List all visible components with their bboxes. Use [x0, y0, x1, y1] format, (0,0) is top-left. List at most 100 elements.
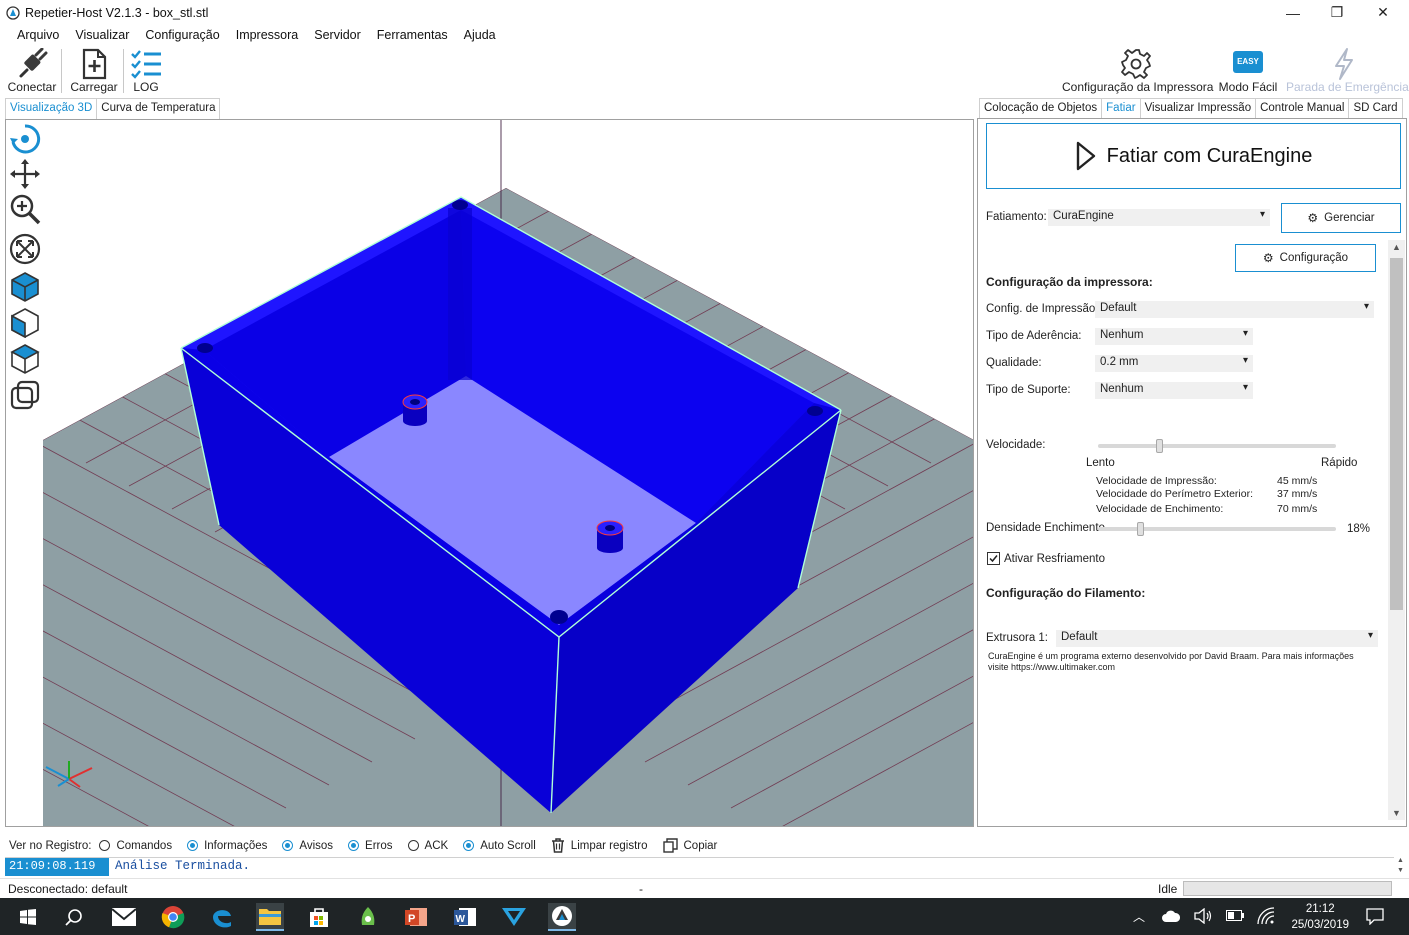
- battery-icon[interactable]: [1226, 910, 1244, 921]
- load-button[interactable]: Carregar: [70, 45, 118, 97]
- volume-icon[interactable]: [1194, 908, 1212, 924]
- action-center-icon[interactable]: [1366, 908, 1384, 925]
- minimize-button[interactable]: —: [1270, 0, 1316, 25]
- slice-button[interactable]: Fatiar com CuraEngine: [986, 123, 1401, 189]
- parallel-view-icon[interactable]: [9, 379, 41, 411]
- manage-label: Gerenciar: [1324, 212, 1375, 224]
- configuration-button[interactable]: ⚙ Configuração: [1235, 244, 1376, 272]
- infill-density-slider-track[interactable]: [1098, 527, 1336, 531]
- taskbar-chrome[interactable]: [159, 903, 187, 931]
- cooling-label: Ativar Resfriamento: [1004, 553, 1105, 565]
- scroll-up-icon[interactable]: ▲: [1392, 242, 1401, 252]
- tab-slice[interactable]: Fatiar: [1101, 98, 1141, 119]
- taskbar-powerpoint[interactable]: P: [402, 903, 430, 931]
- curaengine-info-line1: CuraEngine é um programa externo desenvo…: [988, 651, 1354, 661]
- support-select[interactable]: Nenhum ▾: [1095, 382, 1253, 399]
- toolbar: Conectar Carregar LOG Configuração da Im…: [0, 45, 1409, 97]
- extruder-select[interactable]: Default ▾: [1056, 630, 1378, 647]
- wifi-icon[interactable]: [1257, 907, 1275, 925]
- taskbar-edge[interactable]: [208, 903, 236, 931]
- iso-view-icon[interactable]: [9, 270, 41, 302]
- dropdown-arrow-icon: ▾: [1242, 328, 1248, 339]
- taskbar-word[interactable]: W: [451, 903, 479, 931]
- menu-ferramentas[interactable]: Ferramentas: [369, 25, 456, 45]
- emergency-stop-button[interactable]: Parada de Emergência: [1286, 45, 1409, 97]
- menu-configuracao[interactable]: Configuração: [137, 25, 227, 45]
- printer-state: Idle: [1158, 882, 1178, 896]
- 3d-viewport[interactable]: [5, 119, 974, 827]
- taskbar-clock[interactable]: 21:12 25/03/2019: [1291, 901, 1349, 933]
- speed-slider-thumb[interactable]: [1156, 439, 1164, 453]
- scene-3d[interactable]: [6, 120, 973, 826]
- slicer-label: Fatiamento:: [986, 211, 1047, 223]
- easy-mode-label: Modo Fácil: [1218, 80, 1278, 94]
- move-view-icon[interactable]: [9, 158, 41, 190]
- log-scrollbar[interactable]: ▲ ▼: [1395, 857, 1407, 876]
- print-speed-value: 45 mm/s: [1277, 475, 1318, 487]
- right-tab-bar: Colocação de Objetos Fatiar Visualizar I…: [979, 98, 1403, 119]
- printer-config-button[interactable]: Configuração da Impressora: [1062, 45, 1213, 97]
- onedrive-icon[interactable]: [1162, 910, 1180, 922]
- menu-arquivo[interactable]: Arquivo: [9, 25, 67, 45]
- scroll-up-icon[interactable]: ▲: [1397, 857, 1404, 864]
- tab-sd-card[interactable]: SD Card: [1348, 98, 1403, 119]
- infill-speed-label: Velocidade de Enchimento:: [1096, 503, 1224, 515]
- box-corner-column: [448, 208, 472, 380]
- scroll-down-icon[interactable]: ▼: [1392, 808, 1401, 818]
- search-button[interactable]: [60, 903, 88, 931]
- log-warnings-option[interactable]: Avisos: [282, 840, 333, 852]
- taskbar-app-triangle[interactable]: [500, 903, 528, 931]
- log-button[interactable]: LOG: [128, 45, 164, 97]
- log-autoscroll-option[interactable]: Auto Scroll: [463, 840, 536, 852]
- log-errors-option[interactable]: Erros: [348, 840, 393, 852]
- print-config-value: Default: [1100, 302, 1137, 314]
- zoom-view-icon[interactable]: [9, 193, 41, 225]
- manage-button[interactable]: ⚙ Gerenciar: [1281, 203, 1401, 233]
- show-hidden-icons[interactable]: ︿: [1133, 908, 1145, 925]
- tab-3d-view[interactable]: Visualização 3D: [5, 98, 98, 119]
- log-info-option[interactable]: Informações: [187, 840, 267, 852]
- play-icon: [1076, 141, 1095, 171]
- print-config-select[interactable]: Default ▾: [1095, 301, 1374, 318]
- menu-servidor[interactable]: Servidor: [306, 25, 369, 45]
- cooling-checkbox[interactable]: [987, 552, 1000, 565]
- scrollbar-thumb[interactable]: [1390, 258, 1403, 610]
- tab-temperature-curve[interactable]: Curva de Temperatura: [96, 98, 221, 119]
- infill-density-slider-thumb[interactable]: [1137, 522, 1145, 536]
- slicer-select[interactable]: CuraEngine ▾: [1048, 209, 1270, 226]
- tab-manual-control[interactable]: Controle Manual: [1255, 98, 1350, 119]
- menu-ajuda[interactable]: Ajuda: [456, 25, 504, 45]
- taskbar-repetier[interactable]: [548, 903, 576, 931]
- emergency-stop-label: Parada de Emergência: [1286, 80, 1409, 94]
- speed-slider-track[interactable]: [1098, 444, 1336, 448]
- adhesion-select[interactable]: Nenhum ▾: [1095, 328, 1253, 345]
- rotate-view-icon[interactable]: [9, 123, 41, 155]
- restore-button[interactable]: ❐: [1314, 0, 1360, 25]
- extruder-value: Default: [1061, 631, 1098, 643]
- log-commands-option[interactable]: Comandos: [99, 840, 172, 852]
- easy-mode-icon: EASY: [1233, 51, 1263, 73]
- front-view-icon[interactable]: [9, 306, 41, 338]
- log-ack-option[interactable]: ACK: [407, 840, 448, 852]
- tab-object-placement[interactable]: Colocação de Objetos: [979, 98, 1103, 119]
- menu-visualizar[interactable]: Visualizar: [67, 25, 137, 45]
- settings-scrollbar[interactable]: ▲ ▼: [1388, 240, 1405, 820]
- taskbar-explorer[interactable]: [256, 903, 284, 931]
- taskbar-mail[interactable]: [110, 903, 138, 931]
- scroll-down-icon[interactable]: ▼: [1397, 867, 1404, 874]
- toolbar-separator: [123, 49, 124, 93]
- easy-mode-button[interactable]: EASY Modo Fácil: [1216, 45, 1280, 97]
- perimeter-speed-value: 37 mm/s: [1277, 488, 1318, 500]
- clear-log-button[interactable]: Limpar registro: [551, 838, 648, 853]
- menu-impressora[interactable]: Impressora: [228, 25, 307, 45]
- tab-print-preview[interactable]: Visualizar Impressão: [1139, 98, 1257, 119]
- start-button[interactable]: [14, 903, 42, 931]
- fit-view-icon[interactable]: [9, 233, 41, 265]
- connect-button[interactable]: Conectar: [6, 45, 58, 97]
- copy-log-button[interactable]: Copiar: [662, 838, 717, 853]
- close-button[interactable]: ✕: [1360, 0, 1406, 25]
- taskbar-app-green[interactable]: [354, 903, 382, 931]
- taskbar-store[interactable]: [305, 903, 333, 931]
- top-view-icon[interactable]: [9, 342, 41, 374]
- quality-select[interactable]: 0.2 mm ▾: [1095, 355, 1253, 372]
